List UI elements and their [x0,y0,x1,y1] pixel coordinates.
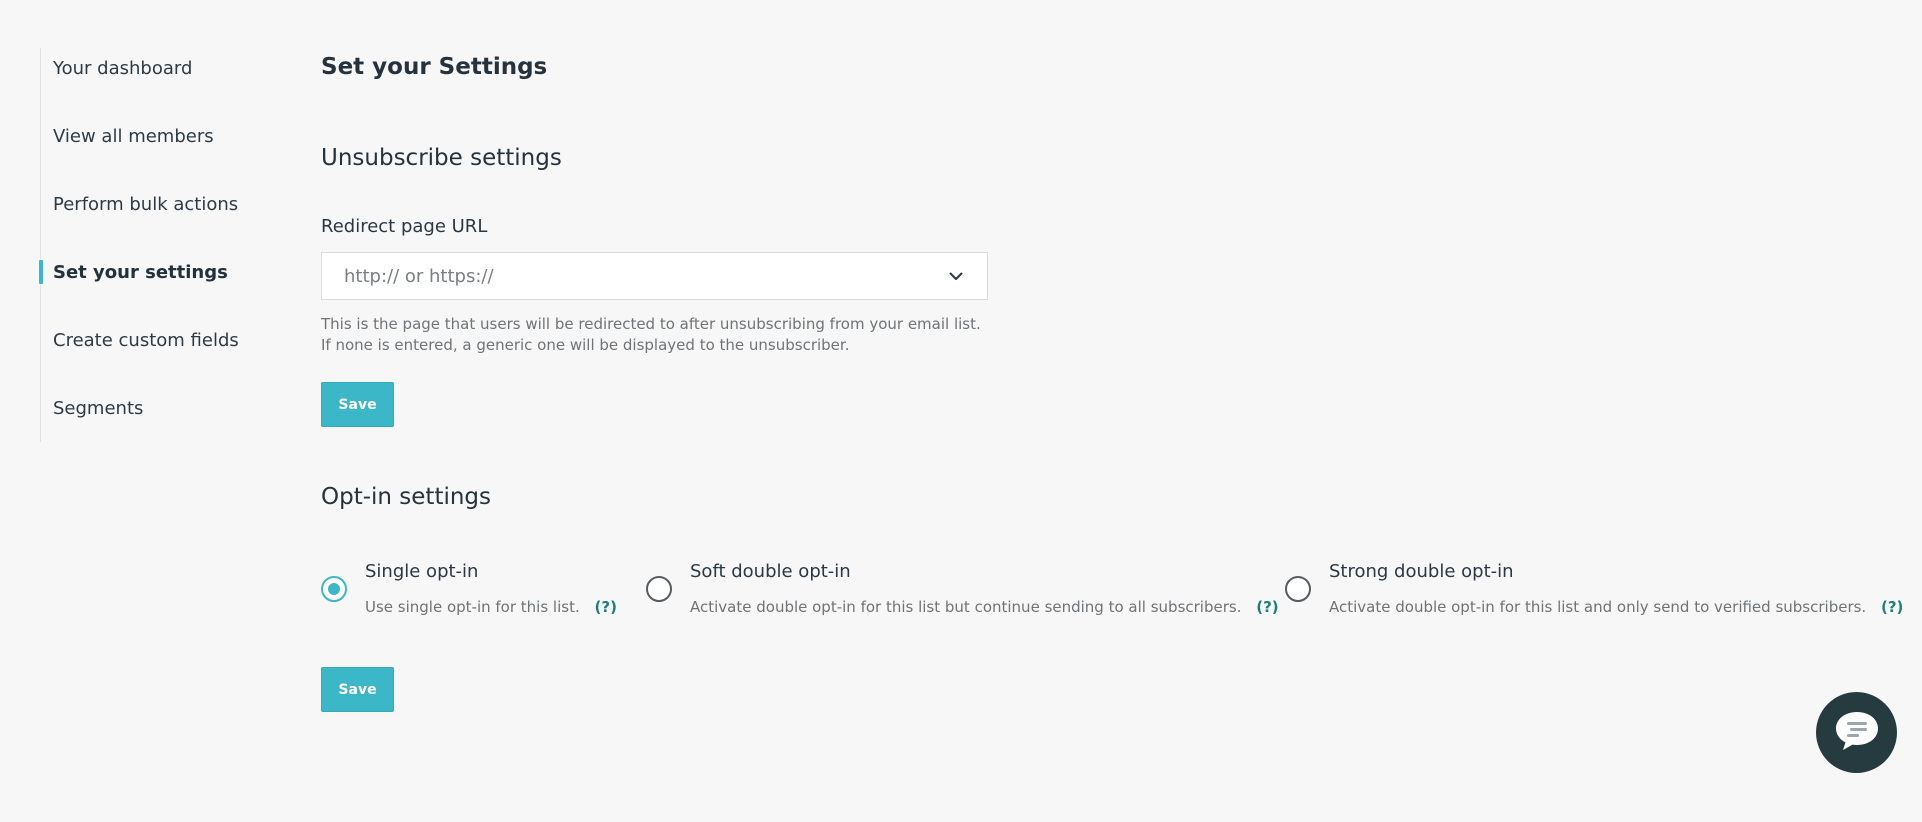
redirect-url-placeholder: http:// or https:// [344,265,494,287]
optin-strong-description-text: Activate double opt-in for this list and… [1329,598,1867,616]
redirect-help-text: This is the page that users will be redi… [321,315,981,354]
sidebar-item-label: Your dashboard [53,57,193,79]
optin-strong-text: Strong double opt-in Activate double opt… [1329,560,1903,616]
optin-single-option[interactable]: Single opt-in Use single opt-in for this… [321,560,617,616]
sidebar-item-label: View all members [53,125,214,147]
optin-single-description-text: Use single opt-in for this list. [365,598,580,616]
redirect-url-select[interactable]: http:// or https:// [321,252,988,300]
optin-soft-help-link[interactable]: (?) [1256,598,1278,616]
chevron-down-icon [947,267,965,285]
chat-icon [1833,709,1881,757]
optin-soft-title: Soft double opt-in [690,561,851,582]
sidebar-item-dashboard[interactable]: Your dashboard [41,34,260,102]
sidebar-nav: Your dashboard View all members Perform … [39,48,260,442]
unsubscribe-section-title: Unsubscribe settings [321,145,562,171]
sidebar-item-label: Perform bulk actions [53,193,239,215]
optin-strong-option[interactable]: Strong double opt-in Activate double opt… [1285,560,1903,616]
radio-selected-dot [328,583,340,595]
sidebar-item-label: Segments [53,397,144,419]
sidebar-item-settings[interactable]: Set your settings [39,238,260,306]
optin-soft-option[interactable]: Soft double opt-in Activate double opt-i… [646,560,1279,616]
sidebar-item-label: Create custom fields [53,329,239,351]
sidebar-item-segments[interactable]: Segments [41,374,260,442]
save-optin-button[interactable]: Save [321,667,394,712]
redirect-url-label: Redirect page URL [321,216,488,237]
optin-soft-text: Soft double opt-in Activate double opt-i… [690,560,1279,616]
optin-strong-title: Strong double opt-in [1329,561,1514,582]
optin-single-title: Single opt-in [365,561,479,582]
optin-strong-description: Activate double opt-in for this list and… [1329,598,1903,616]
app-root: Your dashboard View all members Perform … [0,0,1922,822]
sidebar-item-custom-fields[interactable]: Create custom fields [41,306,260,374]
optin-single-help-link[interactable]: (?) [595,598,617,616]
optin-soft-description-text: Activate double opt-in for this list but… [690,598,1242,616]
sidebar-item-bulk-actions[interactable]: Perform bulk actions [41,170,260,238]
optin-section-title: Opt-in settings [321,484,492,510]
optin-single-description: Use single opt-in for this list. (?) [365,598,617,616]
optin-single-text: Single opt-in Use single opt-in for this… [365,560,617,616]
sidebar-item-view-members[interactable]: View all members [41,102,260,170]
optin-strong-help-link[interactable]: (?) [1881,598,1903,616]
page-title: Set your Settings [321,54,548,80]
sidebar-item-label: Set your settings [53,261,228,283]
chat-widget-button[interactable] [1816,692,1897,773]
radio-strong-double-optin[interactable] [1285,576,1311,602]
save-unsubscribe-button[interactable]: Save [321,382,394,427]
optin-soft-description: Activate double opt-in for this list but… [690,598,1279,616]
radio-single-optin[interactable] [321,576,347,602]
radio-soft-double-optin[interactable] [646,576,672,602]
